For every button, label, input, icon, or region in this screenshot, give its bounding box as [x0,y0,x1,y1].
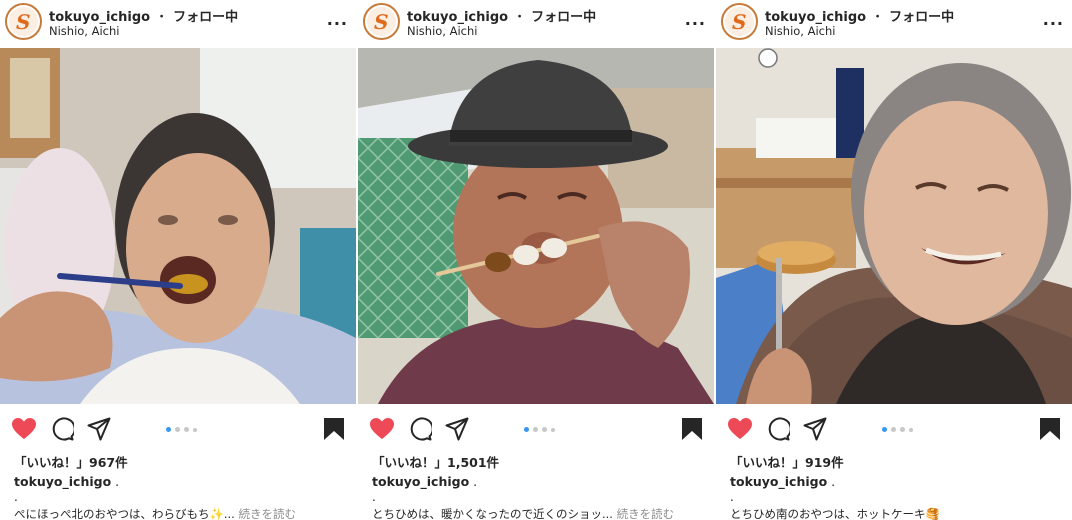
post-photo[interactable] [0,48,356,404]
location-link[interactable]: Nishio, Aichi [49,24,120,38]
caption-text: ぺにほっぺ北のおやつは、わらびもち✨... [14,507,235,520]
post-photo[interactable] [358,48,714,404]
share-icon[interactable] [87,417,111,445]
carousel-indicator [524,427,555,432]
separator: ・ [155,10,169,25]
caption-line: tokuyo_ichigo . [730,474,835,489]
carousel-dot [900,427,905,432]
carousel-dot [175,427,180,432]
username-link[interactable]: tokuyo_ichigo [49,10,150,25]
caption-first-line: . [831,474,836,489]
caption-first-line: . [115,474,120,489]
carousel-dot [533,427,538,432]
likes-count[interactable]: 「いいね！」919件 [730,452,844,471]
likes-count[interactable]: 「いいね！」967件 [14,452,128,471]
carousel-dot [184,427,189,432]
more-options-icon[interactable]: ... [1043,10,1064,29]
caption-more-link[interactable]: 続きを読む [238,507,296,520]
follow-status[interactable]: フォロー中 [889,10,954,25]
carousel-dot [891,427,896,432]
post-row: S tokuyo_ichigo・フォロー中 Nishio, Aichi ... [0,0,1072,520]
action-bar [0,404,356,452]
bookmark-icon[interactable] [1039,417,1061,445]
caption-dot: . [730,490,734,504]
carousel-dot [551,427,555,432]
caption-dot: . [372,490,376,504]
avatar[interactable]: S [363,3,400,40]
caption-username[interactable]: tokuyo_ichigo [730,474,827,489]
post-photo[interactable] [716,48,1072,404]
username-link[interactable]: tokuyo_ichigo [765,10,866,25]
avatar[interactable]: S [5,3,42,40]
carousel-dot [524,427,529,432]
carousel-dot [193,427,197,432]
caption-text-line: とちひめは、暖かくなったので近くのショッ... 続きを読む [372,506,674,520]
carousel-indicator [882,427,913,432]
logo-icon: S [725,7,754,36]
post-card: S tokuyo_ichigo ・フォロー中 Nishio, Aichi ... [716,0,1072,520]
action-bar [358,404,714,452]
username-link[interactable]: tokuyo_ichigo [407,10,508,25]
carousel-dot [882,427,887,432]
action-bar [716,404,1072,452]
user-line: tokuyo_ichigo ・フォロー中 [407,6,596,25]
separator: ・ [871,10,885,25]
comment-icon[interactable] [50,417,76,445]
post-card: S tokuyo_ichigo ・フォロー中 Nishio, Aichi ... [358,0,714,520]
caption-line: tokuyo_ichigo . [14,474,119,489]
photo-elderly-man-eating-dango [358,48,714,404]
share-icon[interactable] [445,417,469,445]
heart-icon[interactable] [727,417,753,445]
user-line: tokuyo_ichigo ・フォロー中 [765,6,954,25]
comment-icon[interactable] [766,417,792,445]
caption-text-line: とちひめ南のおやつは、ホットケーキ🥞 [730,506,940,520]
post-header: S tokuyo_ichigo ・フォロー中 Nishio, Aichi ... [0,0,356,46]
location-link[interactable]: Nishio, Aichi [765,24,836,38]
logo-icon: S [9,7,38,36]
post-header: S tokuyo_ichigo ・フォロー中 Nishio, Aichi ... [716,0,1072,46]
caption-username[interactable]: tokuyo_ichigo [372,474,469,489]
caption-text: とちひめ南のおやつは、ホットケーキ🥞 [730,507,940,520]
caption-text: とちひめは、暖かくなったので近くのショッ... [372,507,613,520]
likes-count[interactable]: 「いいね！」1,501件 [372,452,499,471]
caption-dot: . [14,490,18,504]
more-options-icon[interactable]: ... [685,10,706,29]
caption-more-link[interactable]: 続きを読む [617,507,675,520]
photo-elderly-woman-eating [0,48,356,404]
caption-first-line: . [473,474,478,489]
caption-text-line: ぺにほっぺ北のおやつは、わらびもち✨... 続きを読む [14,506,296,520]
separator: ・ [513,10,527,25]
user-line: tokuyo_ichigo ・フォロー中 [49,6,238,25]
heart-icon[interactable] [369,417,395,445]
heart-icon[interactable] [11,417,37,445]
carousel-dot [909,427,913,432]
carousel-indicator [166,427,197,432]
post-header: S tokuyo_ichigo ・フォロー中 Nishio, Aichi ... [358,0,714,46]
caption-username[interactable]: tokuyo_ichigo [14,474,111,489]
share-icon[interactable] [803,417,827,445]
bookmark-icon[interactable] [323,417,345,445]
comment-icon[interactable] [408,417,434,445]
more-options-icon[interactable]: ... [327,10,348,29]
follow-status[interactable]: フォロー中 [531,10,596,25]
avatar[interactable]: S [721,3,758,40]
carousel-dot [166,427,171,432]
bookmark-icon[interactable] [681,417,703,445]
photo-elderly-woman-pancake [716,48,1072,404]
logo-icon: S [367,7,396,36]
carousel-dot [542,427,547,432]
post-card: S tokuyo_ichigo ・フォロー中 Nishio, Aichi ... [0,0,356,520]
location-link[interactable]: Nishio, Aichi [407,24,478,38]
caption-line: tokuyo_ichigo . [372,474,477,489]
follow-status[interactable]: フォロー中 [173,10,238,25]
